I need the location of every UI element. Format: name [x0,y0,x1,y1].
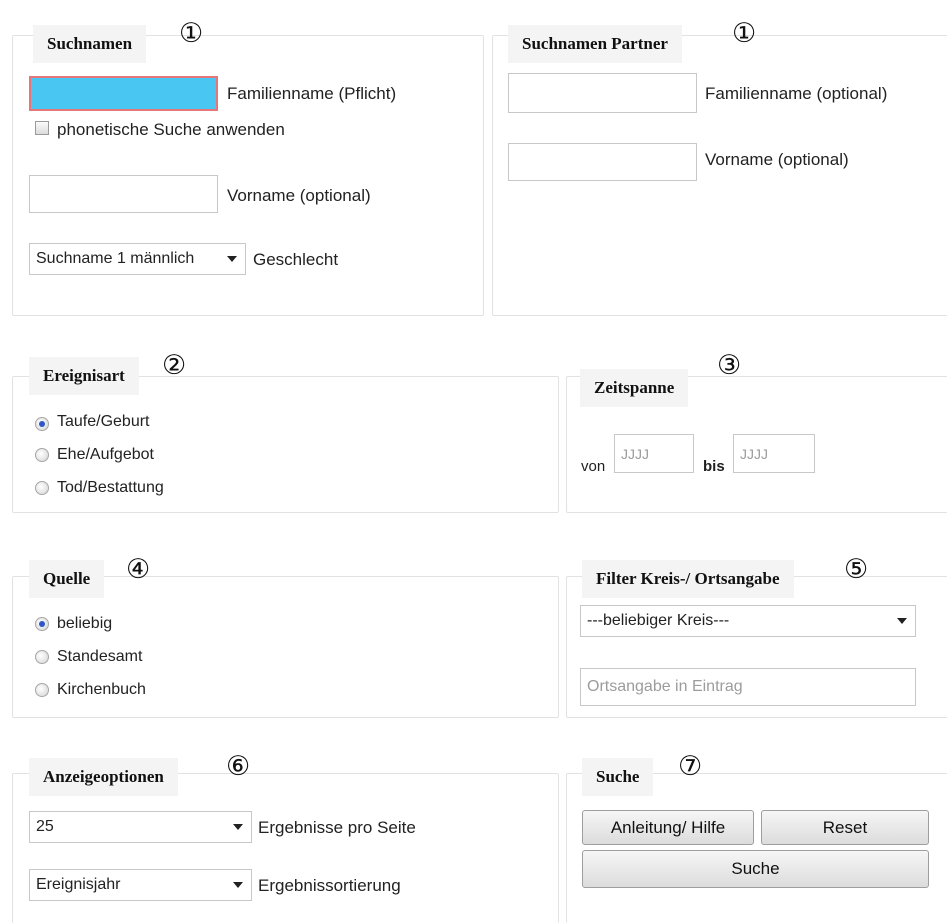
chevron-down-icon [233,882,243,888]
section-6-badge: ⑥ [226,751,251,782]
partner-first-name-label: Vorname (optional) [705,150,849,169]
first-name-input[interactable] [29,175,218,213]
source-option-church: Kirchenbuch [57,681,146,698]
filter-title: Filter Kreis-/ Ortsangabe [582,560,794,598]
family-name-label: Familienname (Pflicht) [227,84,397,103]
first-name-label: Vorname (optional) [227,186,371,205]
year-to-input[interactable] [733,434,815,473]
partner-first-name-input[interactable] [508,143,697,181]
source-radio-any[interactable] [35,617,49,631]
gender-label: Geschlecht [253,250,339,269]
year-from-input[interactable] [614,434,694,473]
quelle-title: Quelle [29,560,105,598]
source-option-any: beliebig [57,615,113,632]
partner-title: Suchnamen Partner [508,25,682,63]
section-7-badge: ⑦ [678,751,703,782]
source-radio-registry[interactable] [35,650,49,664]
chevron-down-icon [233,824,243,830]
event-radio-death[interactable] [35,481,49,495]
von-label: von [581,458,606,475]
search-button[interactable]: Suche [582,850,929,888]
event-radio-marriage[interactable] [35,448,49,462]
phonetic-search-checkbox[interactable] [35,121,49,135]
section-4-badge: ④ [126,554,151,585]
event-option-death: Tod/Bestattung [57,479,164,496]
source-option-registry: Standesamt [57,648,143,665]
district-select-value: ---beliebiger Kreis--- [587,612,730,629]
chevron-down-icon [227,256,237,262]
partner-family-name-label: Familienname (optional) [705,84,888,103]
event-radio-birth[interactable] [35,417,49,431]
partner-family-name-input[interactable] [508,73,697,113]
section-3-badge: ③ [717,350,742,381]
results-per-page-select[interactable]: 25 [29,811,252,843]
suchnamen-title: Suchnamen [33,25,147,63]
family-name-input[interactable] [29,76,218,111]
bis-label: bis [703,458,725,475]
help-button[interactable]: Anleitung/ Hilfe [582,810,754,845]
results-per-page-label: Ergebnisse pro Seite [258,818,416,837]
results-per-page-value: 25 [36,818,54,835]
anzeige-title: Anzeigeoptionen [29,758,178,796]
reset-button[interactable]: Reset [761,810,929,845]
sort-order-value: Ereignisjahr [36,876,121,893]
suche-title: Suche [582,758,654,796]
district-select[interactable]: ---beliebiger Kreis--- [580,605,916,637]
sort-order-select[interactable]: Ereignisjahr [29,869,252,901]
section-5-badge: ⑤ [844,554,869,585]
place-input[interactable] [580,668,916,706]
chevron-down-icon [897,618,907,624]
gender-select[interactable]: Suchname 1 männlich [29,243,246,275]
ereignisart-title: Ereignisart [29,357,139,395]
event-option-birth: Taufe/Geburt [57,413,150,430]
event-option-marriage: Ehe/Aufgebot [57,446,154,463]
section-1-badge: ① [179,18,204,49]
gender-select-value: Suchname 1 männlich [36,250,195,267]
source-radio-church[interactable] [35,683,49,697]
phonetic-search-label: phonetische Suche anwenden [57,120,285,139]
zeitspanne-title: Zeitspanne [580,369,689,407]
sort-order-label: Ergebnissortierung [258,876,401,895]
section-1-partner-badge: ① [732,18,757,49]
section-2-badge: ② [162,350,187,381]
